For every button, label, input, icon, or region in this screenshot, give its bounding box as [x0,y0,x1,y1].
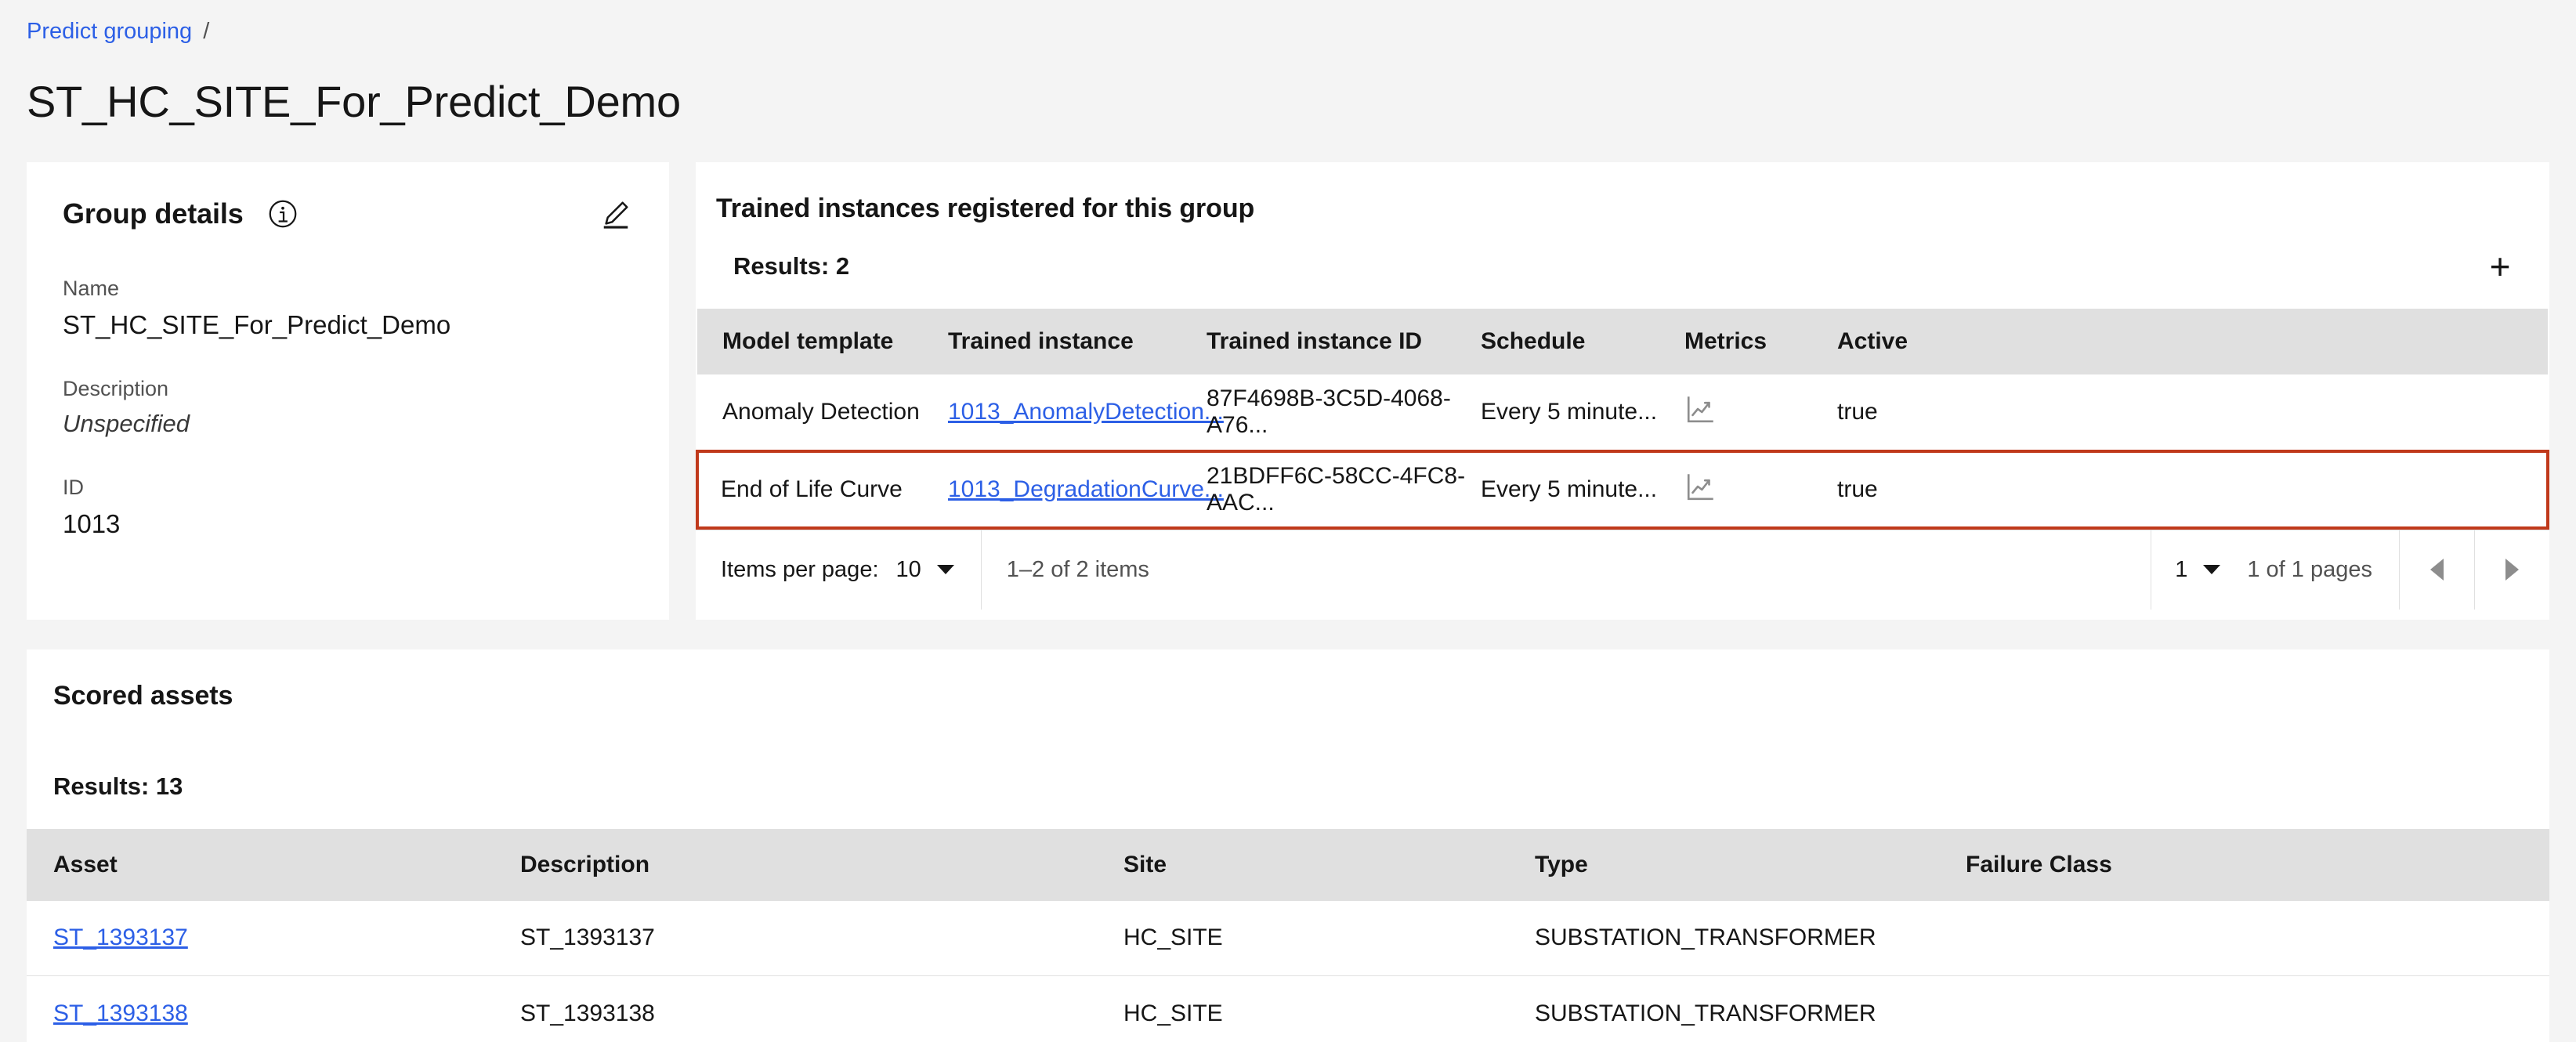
asset-link[interactable]: ST_1393138 [53,1000,188,1026]
scored-assets-card: Scored assets Results: 13 Asset Descript… [27,649,2549,1042]
edit-pencil-icon[interactable] [599,197,633,231]
cell-trained-instance: 1013_AnomalyDetection... [948,374,1224,452]
caret-left-icon [2430,559,2444,581]
items-per-page-group: Items per page: 10 [696,530,982,610]
column-header-type[interactable]: Type [1535,828,1966,901]
cell-active: true [1837,449,2549,530]
trained-instance-link[interactable]: 1013_AnomalyDetection... [948,399,1224,425]
previous-page-button[interactable] [2399,530,2474,610]
group-details-header: Group details [63,197,633,231]
group-field-id-value: 1013 [63,508,121,538]
group-details-card: Group details Name ST_HC_SITE_For_Predic… [27,161,669,620]
page-number-value: 1 [2175,556,2188,582]
trained-instances-title: Trained instances registered for this gr… [716,193,1255,223]
cell-description: ST_1393137 [520,900,1123,977]
group-details-title: Group details [63,197,244,230]
group-field-id: ID 1013 [63,474,633,540]
cell-asset: ST_1393137 [27,900,520,977]
breadcrumb-link-predict-grouping[interactable]: Predict grouping [27,20,192,43]
cell-trained-instance-id: 21BDFF6C-58CC-4FC8-AAC... [1207,449,1481,530]
column-header-site[interactable]: Site [1123,828,1535,901]
column-header-metrics[interactable]: Metrics [1684,308,1837,374]
scored-assets-table: Asset Description Site Type Failure Clas… [27,828,2549,1042]
trained-instances-pagination: Items per page: 10 1–2 of 2 items 1 1 of… [696,529,2549,610]
group-field-name-label: Name [63,276,120,300]
cell-site: HC_SITE [1123,900,1535,977]
cell-metrics [1684,449,1837,530]
page-number-select[interactable]: 1 [2151,530,2244,610]
cell-failure-class [1966,900,2549,977]
scored-assets-title: Scored assets [53,680,233,711]
pagination-range-text: 1–2 of 2 items [1006,556,1149,582]
table-header-row: Model template Trained instance Trained … [697,308,2548,374]
cell-model-template: End of Life Curve [696,449,948,530]
trained-instances-toolbar: Results: 2 + [696,224,2549,309]
group-field-description: Description Unspecified [63,375,633,440]
trained-instances-table-body: Anomaly Detection 1013_AnomalyDetection.… [696,374,2549,530]
chart-line-icon[interactable] [1684,393,1717,425]
cell-schedule: Every 5 minute... [1481,374,1684,452]
cell-type: SUBSTATION_TRANSFORMER [1535,900,1966,977]
column-header-trained-instance-id[interactable]: Trained instance ID [1207,308,1481,374]
cell-schedule: Every 5 minute... [1481,449,1684,530]
group-field-description-value: Unspecified [63,410,190,438]
column-header-model-template[interactable]: Model template [697,308,948,374]
group-field-name: Name ST_HC_SITE_For_Predict_Demo [63,275,633,341]
items-per-page-value: 10 [895,556,921,582]
group-field-name-value: ST_HC_SITE_For_Predict_Demo [63,309,451,339]
column-header-failure-class[interactable]: Failure Class [1966,828,2549,901]
add-trained-instance-button[interactable]: + [2479,245,2521,288]
table-row[interactable]: ST_1393137 ST_1393137 HC_SITE SUBSTATION… [27,900,2549,977]
table-row[interactable]: End of Life Curve 1013_DegradationCurve.… [696,449,2549,530]
items-per-page-select[interactable]: 10 [896,557,954,583]
scored-assets-table-head: Asset Description Site Type Failure Clas… [27,828,2549,901]
trained-instances-table: Model template Trained instance Trained … [696,308,2549,530]
cell-trained-instance-id: 87F4698B-3C5D-4068-A76... [1207,374,1481,452]
breadcrumb: Predict grouping / [0,0,2576,43]
trained-instances-card: Trained instances registered for this gr… [696,161,2549,620]
scored-assets-table-body: ST_1393137 ST_1393137 HC_SITE SUBSTATION… [27,900,2549,1042]
cell-description: ST_1393138 [520,975,1123,1042]
pagination-pages-text: 1 of 1 pages [2247,556,2372,582]
table-header-row: Asset Description Site Type Failure Clas… [27,828,2549,901]
group-field-id-label: ID [63,475,84,499]
next-page-button[interactable] [2474,530,2549,610]
trained-instances-results-count: Results: 2 [733,251,850,280]
cell-asset: ST_1393138 [27,975,520,1042]
trained-instances-table-head: Model template Trained instance Trained … [697,308,2548,374]
cell-site: HC_SITE [1123,975,1535,1042]
column-header-schedule[interactable]: Schedule [1481,308,1684,374]
items-per-page-label: Items per page: [721,556,879,582]
cell-model-template: Anomaly Detection [697,374,948,452]
pagination-right-group: 1 1 of 1 pages [2151,530,2549,610]
cell-active: true [1837,374,2548,452]
group-field-description-label: Description [63,376,169,400]
table-row[interactable]: ST_1393138 ST_1393138 HC_SITE SUBSTATION… [27,975,2549,1042]
trained-instance-link[interactable]: 1013_DegradationCurve... [948,476,1224,502]
column-header-description[interactable]: Description [520,828,1123,901]
cell-metrics [1684,374,1837,452]
scored-assets-results-count: Results: 13 [53,772,183,800]
column-header-asset[interactable]: Asset [27,828,520,901]
column-header-active[interactable]: Active [1837,308,2548,374]
asset-link[interactable]: ST_1393137 [53,924,188,950]
cell-failure-class [1966,975,2549,1042]
breadcrumb-separator: / [203,19,210,44]
cell-type: SUBSTATION_TRANSFORMER [1535,975,1966,1042]
page-title: ST_HC_SITE_For_Predict_Demo [27,77,681,126]
cell-trained-instance: 1013_DegradationCurve... [948,449,1224,530]
chart-line-icon[interactable] [1684,470,1717,503]
table-row[interactable]: Anomaly Detection 1013_AnomalyDetection.… [697,374,2548,452]
column-header-trained-instance[interactable]: Trained instance [948,308,1207,374]
chevron-down-icon [936,565,954,575]
caret-right-icon [2505,559,2519,581]
chevron-down-icon [2203,565,2221,575]
top-region: Group details Name ST_HC_SITE_For_Predic… [0,126,2576,620]
info-icon[interactable] [267,198,298,230]
